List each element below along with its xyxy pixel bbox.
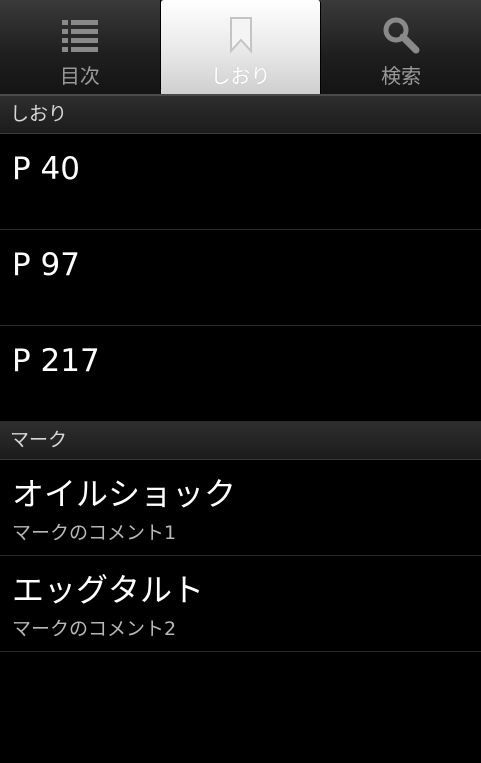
bookmark-title: P 217 [12, 343, 100, 379]
bookmark-row[interactable]: P 217 [0, 326, 481, 422]
mark-row[interactable]: オイルショック マークのコメント1 [0, 460, 481, 556]
mark-title: エッグタルト [12, 571, 205, 609]
mark-title: オイルショック [12, 475, 237, 513]
tab-search-label: 検索 [381, 64, 422, 88]
tab-bookmarks[interactable]: しおり [160, 0, 322, 94]
tab-contents[interactable]: 目次 [0, 0, 161, 94]
search-icon [381, 16, 421, 54]
bookmark-icon [228, 16, 254, 54]
bookmark-row[interactable]: P 97 [0, 230, 481, 326]
mark-row[interactable]: エッグタルト マークのコメント2 [0, 556, 481, 652]
bookmark-row[interactable]: P 40 [0, 134, 481, 230]
tab-contents-label: 目次 [59, 64, 100, 88]
bookmark-title: P 97 [12, 247, 80, 283]
mark-comment: マークのコメント1 [12, 522, 177, 544]
marks-section-header: マーク [0, 422, 481, 460]
tab-bar: 目次 しおり 検索 [0, 0, 481, 96]
tab-search[interactable]: 検索 [321, 0, 481, 94]
list-icon [60, 16, 100, 54]
bookmark-title: P 40 [12, 151, 80, 187]
bookmarks-section-header: しおり [0, 96, 481, 134]
mark-comment: マークのコメント2 [12, 618, 177, 640]
tab-bookmarks-label: しおり [210, 64, 271, 88]
